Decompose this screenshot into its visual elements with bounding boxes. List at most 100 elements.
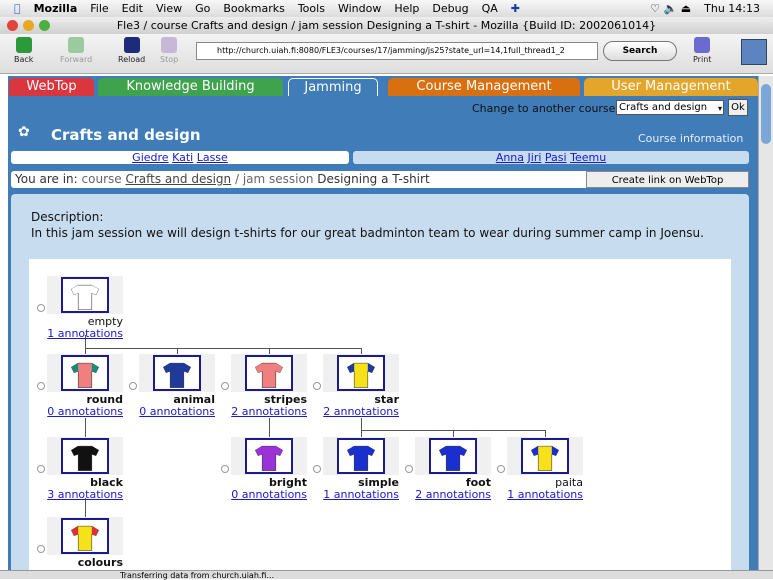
forward-button[interactable]: Forward	[60, 37, 92, 64]
menu-bookmarks[interactable]: Bookmarks	[223, 2, 284, 15]
tab-knowledge-building[interactable]: Knowledge Building	[98, 78, 283, 96]
tshirt-thumbnail[interactable]	[429, 438, 477, 474]
course-select[interactable]: Crafts and design ▾	[616, 100, 724, 115]
back-button[interactable]: Back	[14, 37, 33, 64]
course-information-link[interactable]: Course information	[638, 132, 743, 145]
mac-menubar:  Mozilla File Edit View Go Bookmarks To…	[0, 0, 773, 17]
tshirt-thumbnail[interactable]	[61, 438, 109, 474]
artefact-radio[interactable]	[37, 465, 45, 473]
tshirt-thumbnail[interactable]	[61, 277, 109, 313]
member-link[interactable]: Pasi	[545, 151, 567, 164]
annotations-link[interactable]: 2 annotations	[309, 405, 399, 418]
annotations-link[interactable]: 1 annotations	[33, 327, 123, 340]
artefact-radio[interactable]	[221, 382, 229, 390]
flag-icon[interactable]: ✚	[511, 2, 520, 15]
artefact-node	[323, 354, 399, 392]
tshirt-thumbnail[interactable]	[245, 438, 293, 474]
artefact-node	[231, 437, 307, 475]
tshirt-thumbnail[interactable]	[153, 355, 201, 391]
artefact-radio[interactable]	[405, 465, 413, 473]
status-icons[interactable]: ♡ 🔈 ⏏	[650, 2, 691, 15]
mozilla-logo[interactable]	[741, 39, 767, 65]
tshirt-icon	[255, 362, 283, 388]
search-button[interactable]: Search	[603, 41, 677, 61]
breadcrumb-course-word: course	[81, 172, 122, 186]
menu-file[interactable]: File	[90, 2, 108, 15]
tshirt-thumbnail[interactable]	[337, 438, 385, 474]
annotations-link[interactable]: 0 annotations	[217, 488, 307, 501]
tshirt-icon	[71, 362, 99, 388]
group-2: Anna Jiri Pasi Teemu	[353, 151, 749, 164]
annotations-link[interactable]: 0 annotations	[33, 405, 123, 418]
member-link[interactable]: Anna	[496, 151, 524, 164]
artefact-radio[interactable]	[37, 545, 45, 553]
annotations-link[interactable]: 0 annotations	[125, 405, 215, 418]
member-link[interactable]: Lasse	[197, 151, 228, 164]
tshirt-thumbnail[interactable]	[61, 518, 109, 554]
back-icon	[15, 37, 32, 53]
breadcrumb-prefix: You are in:	[15, 172, 78, 186]
breadcrumb-separator: /	[234, 172, 240, 186]
annotations-link[interactable]: 1 annotations	[309, 488, 399, 501]
artefact-radio[interactable]	[313, 382, 321, 390]
member-link[interactable]: Kati	[172, 151, 193, 164]
chevron-down-icon: ▾	[717, 104, 722, 113]
menu-help[interactable]: Help	[394, 2, 419, 15]
tree-connector	[85, 348, 362, 349]
ok-button[interactable]: Ok	[728, 99, 748, 116]
menu-edit[interactable]: Edit	[122, 2, 143, 15]
reload-icon	[123, 37, 140, 53]
forward-label: Forward	[60, 55, 93, 64]
tshirt-icon	[439, 445, 467, 471]
member-link[interactable]: Teemu	[570, 151, 606, 164]
tshirt-thumbnail[interactable]	[61, 355, 109, 391]
tab-user-management[interactable]: User Management	[584, 78, 758, 96]
print-button[interactable]: Print	[693, 37, 711, 64]
tshirt-icon	[347, 445, 375, 471]
window-titlebar: Fle3 / course Crafts and design / jam se…	[0, 17, 773, 34]
menu-qa[interactable]: QA	[482, 2, 498, 15]
menu-debug[interactable]: Debug	[432, 2, 468, 15]
window-title: Fle3 / course Crafts and design / jam se…	[116, 19, 657, 32]
scrollbar-thumb[interactable]	[761, 84, 771, 144]
description-text: In this jam session we will design t-shi…	[31, 226, 704, 240]
tshirt-thumbnail[interactable]	[245, 355, 293, 391]
minimize-window-button[interactable]	[23, 20, 34, 31]
tab-jamming[interactable]: Jamming	[288, 78, 378, 96]
artefact-radio[interactable]	[313, 465, 321, 473]
tab-webtop[interactable]: WebTop	[9, 78, 94, 96]
tshirt-thumbnail[interactable]	[521, 438, 569, 474]
tshirt-thumbnail[interactable]	[337, 355, 385, 391]
clock[interactable]: Thu 14:13	[704, 2, 760, 15]
member-link[interactable]: Giedre	[132, 151, 168, 164]
create-link-button[interactable]: Create link on WebTop	[586, 171, 749, 188]
menu-go[interactable]: Go	[195, 2, 210, 15]
tab-course-management[interactable]: Course Management	[388, 78, 580, 96]
artefact-node	[47, 354, 123, 392]
annotations-link[interactable]: 1 annotations	[493, 488, 583, 501]
menu-window[interactable]: Window	[338, 2, 381, 15]
menu-tools[interactable]: Tools	[298, 2, 325, 15]
breadcrumb-course-link[interactable]: Crafts and design	[125, 172, 231, 186]
jam-session-panel: Description: In this jam session we will…	[11, 194, 749, 570]
artefact-radio[interactable]	[37, 382, 45, 390]
stop-button[interactable]: Stop	[160, 37, 178, 64]
annotations-link[interactable]: 3 annotations	[33, 488, 123, 501]
annotations-link[interactable]: 2 annotations	[401, 488, 491, 501]
annotations-link[interactable]: 2 annotations	[217, 405, 307, 418]
url-field[interactable]: http://church.uiah.fi:8080/FLE3/courses/…	[196, 42, 598, 60]
tree-connector	[269, 418, 270, 438]
artefact-radio[interactable]	[37, 304, 45, 312]
reload-button[interactable]: Reload	[118, 37, 145, 64]
member-link[interactable]: Jiri	[528, 151, 542, 164]
artefact-radio[interactable]	[129, 382, 137, 390]
zoom-window-button[interactable]	[39, 20, 50, 31]
menu-app[interactable]: Mozilla	[34, 2, 78, 15]
vertical-scrollbar[interactable]	[758, 76, 773, 570]
artefact-radio[interactable]	[221, 465, 229, 473]
artefact-radio[interactable]	[497, 465, 505, 473]
tshirt-icon	[71, 445, 99, 471]
apple-icon[interactable]: 	[14, 2, 21, 15]
close-window-button[interactable]	[7, 20, 18, 31]
menu-view[interactable]: View	[156, 2, 182, 15]
